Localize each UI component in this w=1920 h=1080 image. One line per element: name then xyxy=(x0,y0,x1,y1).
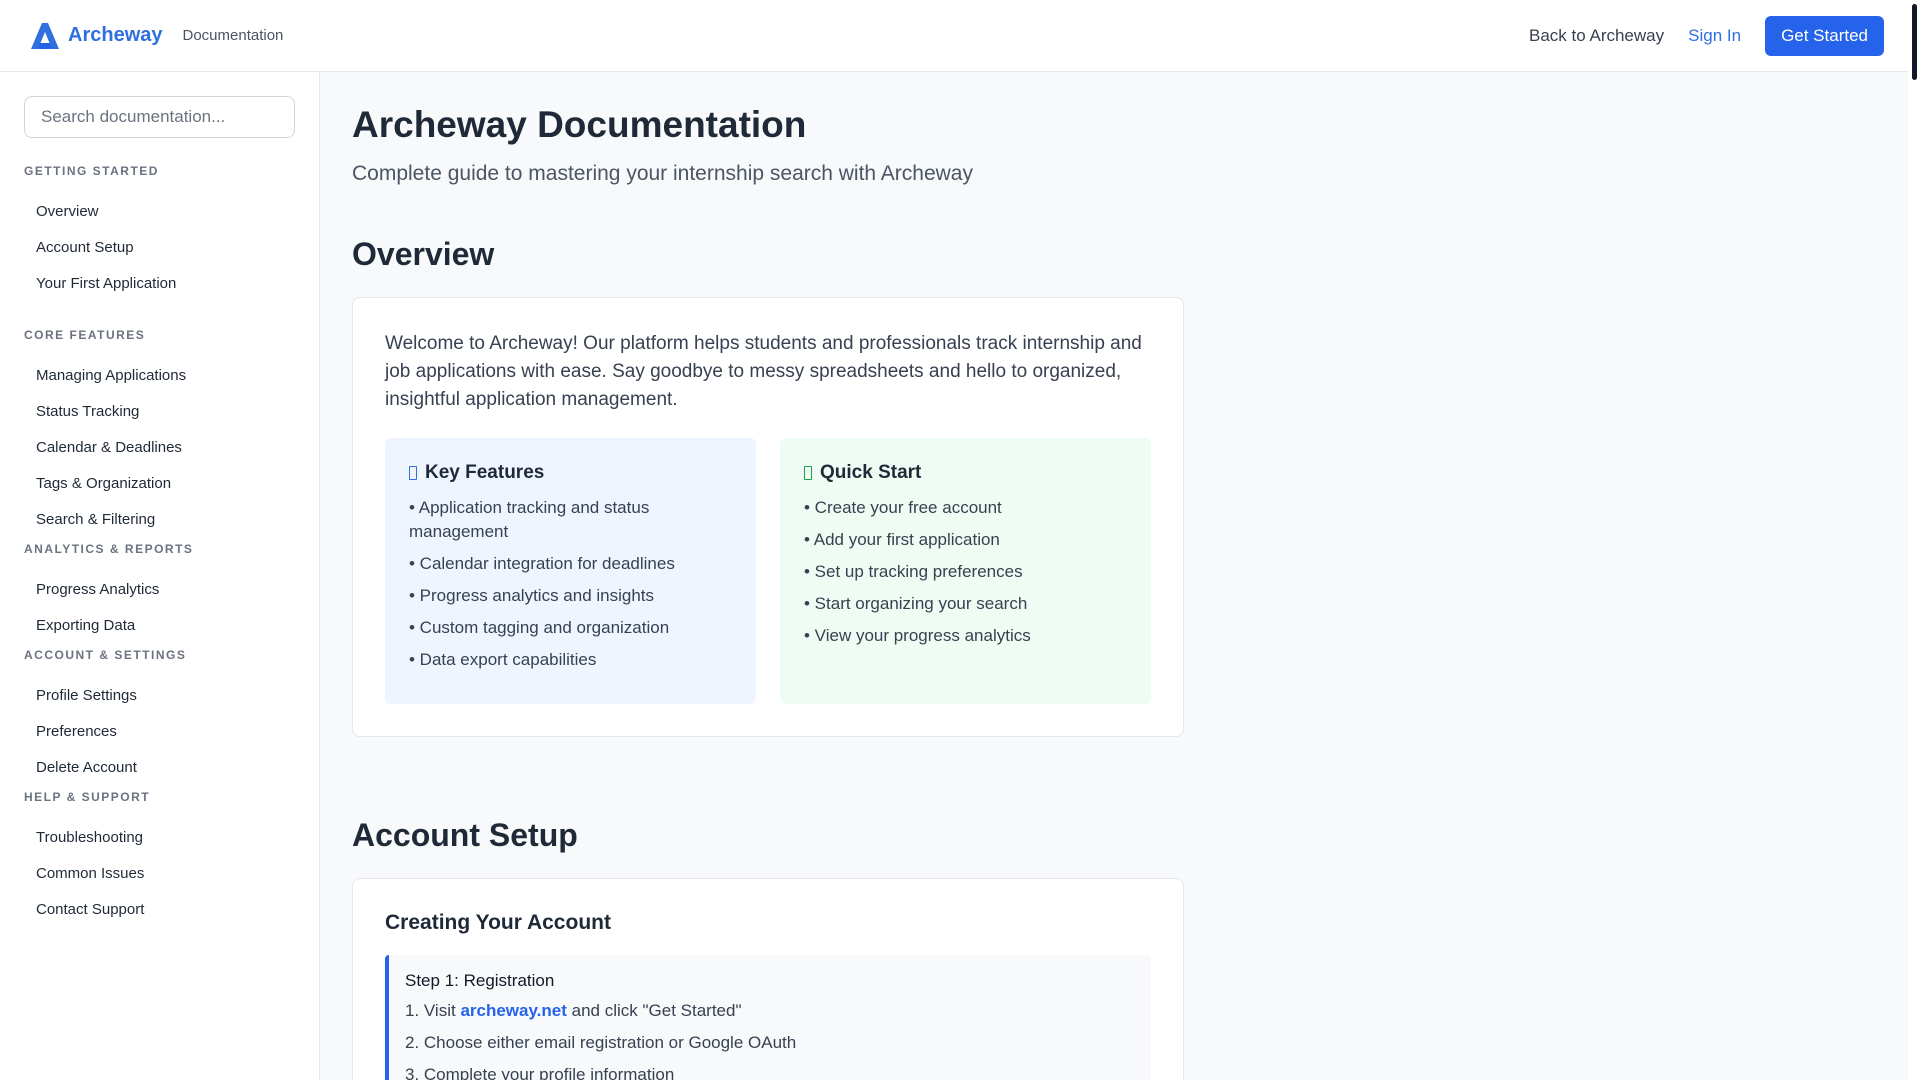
list-item: • Create your free account xyxy=(804,498,1002,517)
sign-in-link[interactable]: Sign In xyxy=(1688,26,1741,46)
nav-section-getting-started: GETTING STARTED Overview Account Setup Y… xyxy=(24,164,295,302)
account-setup-heading: Account Setup xyxy=(352,817,578,853)
step-1-suffix: and click "Get Started" xyxy=(566,1001,742,1020)
key-features-heading: Key Features xyxy=(409,462,732,484)
docs-sidebar: GETTING STARTED Overview Account Setup Y… xyxy=(0,72,320,1080)
brand-link[interactable]: Archeway xyxy=(30,21,163,51)
sidebar-item-status-tracking[interactable]: Status Tracking xyxy=(24,394,295,430)
sidebar-item-preferences[interactable]: Preferences xyxy=(24,714,295,750)
list-item: • Calendar integration for deadlines xyxy=(409,554,675,573)
step-title: Step 1: Registration xyxy=(405,971,555,990)
sidebar-item-delete-account[interactable]: Delete Account xyxy=(24,750,295,786)
sidebar-item-managing-applications[interactable]: Managing Applications xyxy=(24,358,295,394)
nav-heading: ACCOUNT & SETTINGS xyxy=(24,648,187,662)
nav-section-account-settings: ACCOUNT & SETTINGS Profile Settings Pref… xyxy=(24,648,295,786)
account-setup-card: Creating Your Account Step 1: Registrati… xyxy=(352,878,1184,1080)
sidebar-item-account-setup[interactable]: Account Setup xyxy=(24,230,295,266)
nav-section-core-features: CORE FEATURES Managing Applications Stat… xyxy=(24,328,295,538)
step-1-prefix: 1. Visit xyxy=(405,1001,461,1020)
sidebar-item-common-issues[interactable]: Common Issues xyxy=(24,856,295,892)
list-item: • Custom tagging and organization xyxy=(409,618,670,637)
nav-heading: GETTING STARTED xyxy=(24,164,159,178)
list-item: • Add your first application xyxy=(804,530,1000,549)
step-item-3: 3. Complete your profile information xyxy=(405,1065,675,1080)
search-input[interactable] xyxy=(24,96,295,138)
sidebar-item-troubleshooting[interactable]: Troubleshooting xyxy=(24,820,295,856)
creating-account-title: Creating Your Account xyxy=(385,911,611,934)
get-started-button[interactable]: Get Started xyxy=(1765,15,1884,56)
nav-heading: HELP & SUPPORT xyxy=(24,790,151,804)
nav-heading: CORE FEATURES xyxy=(24,328,146,342)
feature-icon xyxy=(409,466,417,480)
page-title: Archeway Documentation xyxy=(352,104,807,145)
quick-start-title: Quick Start xyxy=(820,462,922,483)
sidebar-item-search-filtering[interactable]: Search & Filtering xyxy=(24,502,295,538)
overview-heading: Overview xyxy=(352,236,495,272)
sidebar-item-calendar-deadlines[interactable]: Calendar & Deadlines xyxy=(24,430,295,466)
key-features-title: Key Features xyxy=(425,462,545,483)
overview-text: Welcome to Archeway! Our platform helps … xyxy=(385,333,1142,410)
sidebar-item-profile-settings[interactable]: Profile Settings xyxy=(24,678,295,714)
list-item: • Start organizing your search xyxy=(804,594,1028,613)
top-nav-actions: Back to Archeway Sign In Get Started xyxy=(1529,15,1884,56)
quick-start-box: Quick Start • Create your free account •… xyxy=(780,438,1151,704)
list-item: • Progress analytics and insights xyxy=(409,586,655,605)
list-item: • Set up tracking preferences xyxy=(804,562,1023,581)
quick-start-heading: Quick Start xyxy=(804,462,1127,484)
sidebar-item-exporting-data[interactable]: Exporting Data xyxy=(24,608,295,644)
key-features-box: Key Features • Application tracking and … xyxy=(385,438,756,704)
step-item-1: 1. Visit archeway.net and click "Get Sta… xyxy=(405,999,1135,1023)
overview-card: Welcome to Archeway! Our platform helps … xyxy=(352,297,1184,737)
step-item-2: 2. Choose either email registration or G… xyxy=(405,1033,797,1052)
main-content: Archeway Documentation Complete guide to… xyxy=(352,72,1872,1080)
sidebar-item-progress-analytics[interactable]: Progress Analytics xyxy=(24,572,295,608)
sidebar-item-overview[interactable]: Overview xyxy=(24,194,295,230)
page-scrollbar[interactable] xyxy=(1908,0,1920,1080)
feature-boxes: Key Features • Application tracking and … xyxy=(385,438,1151,704)
nav-heading: ANALYTICS & REPORTS xyxy=(24,542,194,556)
brand-name: Archeway xyxy=(68,24,163,46)
scrollbar-thumb[interactable] xyxy=(1912,4,1917,80)
list-item: • Data export capabilities xyxy=(409,650,597,669)
sidebar-item-contact-support[interactable]: Contact Support xyxy=(24,892,295,928)
list-item: • Application tracking and status manage… xyxy=(409,498,650,541)
quick-start-icon xyxy=(804,466,812,480)
archeway-net-link[interactable]: archeway.net xyxy=(460,1001,566,1020)
archeway-logo-icon xyxy=(31,22,59,49)
sidebar-item-first-application[interactable]: Your First Application xyxy=(24,266,295,302)
nav-section-analytics: ANALYTICS & REPORTS Progress Analytics E… xyxy=(24,542,295,644)
top-navbar: Archeway Documentation Back to Archeway … xyxy=(0,0,1908,72)
nav-section-help-support: HELP & SUPPORT Troubleshooting Common Is… xyxy=(24,790,295,928)
list-item: • View your progress analytics xyxy=(804,626,1031,645)
page-subtitle: Complete guide to mastering your interns… xyxy=(352,162,973,185)
brand-subtitle: Documentation xyxy=(182,27,284,44)
registration-step-box: Step 1: Registration 1. Visit archeway.n… xyxy=(385,955,1151,1080)
back-to-archeway-link[interactable]: Back to Archeway xyxy=(1529,26,1664,46)
sidebar-item-tags-organization[interactable]: Tags & Organization xyxy=(24,466,295,502)
